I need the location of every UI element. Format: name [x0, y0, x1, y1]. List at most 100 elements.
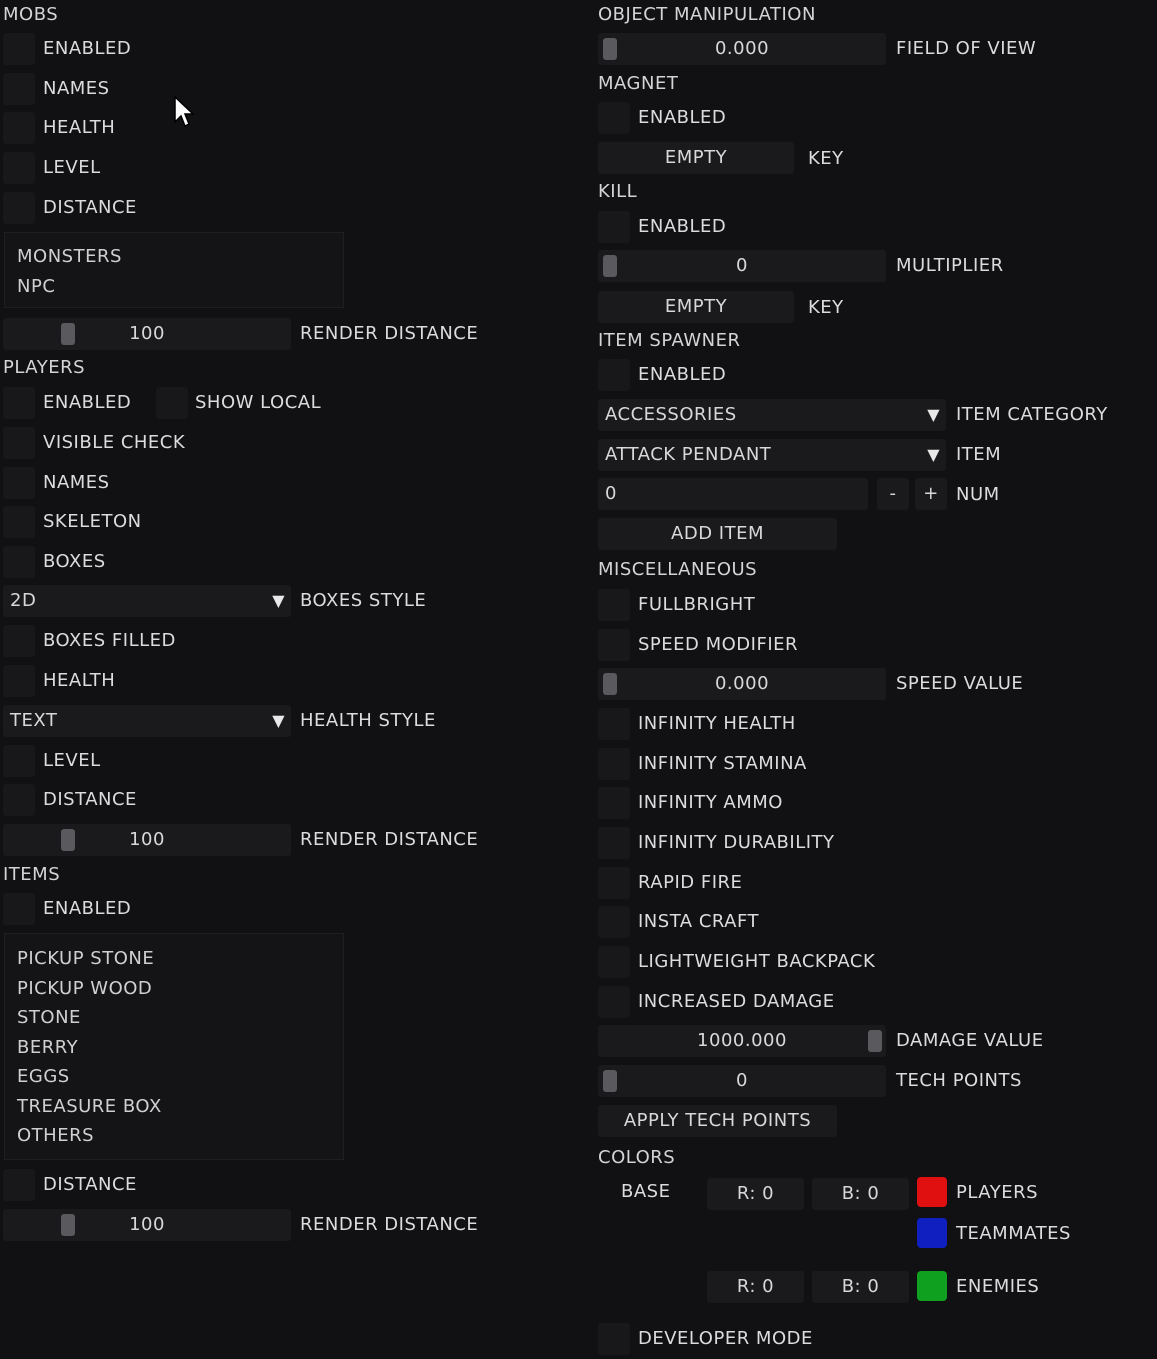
developer-mode-checkbox[interactable] — [598, 1323, 630, 1355]
list-item[interactable]: EGGS — [5, 1062, 343, 1092]
mobs-enabled-label: ENABLED — [43, 38, 132, 59]
color-b-input[interactable]: B: 0 — [812, 1271, 909, 1303]
damage-value-slider[interactable]: 1000.000 — [598, 1025, 886, 1057]
list-item[interactable]: MONSTERS — [5, 242, 343, 272]
num-minus-button[interactable]: - — [877, 478, 909, 510]
lightweight-backpack-checkbox[interactable] — [598, 946, 630, 978]
teammates-color-swatch[interactable] — [917, 1218, 947, 1248]
mobs-level-checkbox[interactable] — [3, 152, 35, 184]
tech-points-label: TECH POINTS — [896, 1070, 1022, 1091]
items-enabled-label: ENABLED — [43, 898, 132, 919]
kill-enabled-checkbox[interactable] — [598, 211, 630, 243]
magnet-enabled-label: ENABLED — [638, 107, 727, 128]
players-render-distance-slider[interactable]: 100 — [3, 824, 291, 856]
item-category-dropdown[interactable]: ACCESSORIES ▼ — [598, 399, 946, 431]
players-level-label: LEVEL — [43, 750, 101, 771]
teammates-color-label: TEAMMATES — [956, 1223, 1071, 1244]
item-spawner-enabled-label: ENABLED — [638, 364, 727, 385]
mobs-health-checkbox[interactable] — [3, 112, 35, 144]
items-distance-checkbox[interactable] — [3, 1169, 35, 1201]
field-of-view-slider[interactable]: 0.000 — [598, 33, 886, 65]
health-style-dropdown[interactable]: TEXT ▼ — [3, 705, 291, 737]
field-of-view-label: FIELD OF VIEW — [896, 38, 1037, 59]
boxes-style-dropdown[interactable]: 2D ▼ — [3, 585, 291, 617]
players-names-checkbox[interactable] — [3, 467, 35, 499]
players-boxes-filled-checkbox[interactable] — [3, 625, 35, 657]
players-boxes-filled-label: BOXES FILLED — [43, 630, 176, 651]
num-label: NUM — [956, 484, 1000, 505]
mobs-names-label: NAMES — [43, 78, 110, 99]
color-b-input[interactable]: B: 0 — [812, 1178, 909, 1210]
players-enabled-checkbox[interactable] — [3, 387, 35, 419]
color-r-input[interactable]: R: 0 — [707, 1178, 804, 1210]
item-dropdown[interactable]: ATTACK PENDANT ▼ — [598, 439, 946, 471]
mobs-distance-label: DISTANCE — [43, 197, 137, 218]
players-boxes-checkbox[interactable] — [3, 546, 35, 578]
health-style-label: HEALTH STYLE — [300, 710, 436, 731]
fullbright-label: FULLBRIGHT — [638, 594, 756, 615]
lightweight-backpack-label: LIGHTWEIGHT BACKPACK — [638, 951, 876, 972]
speed-modifier-checkbox[interactable] — [598, 629, 630, 661]
apply-tech-points-button[interactable]: APPLY TECH POINTS — [598, 1105, 837, 1137]
infinity-ammo-checkbox[interactable] — [598, 787, 630, 819]
list-item[interactable]: TREASURE BOX — [5, 1092, 343, 1122]
mobs-names-checkbox[interactable] — [3, 73, 35, 105]
magnet-key-label: KEY — [808, 148, 844, 169]
insta-craft-checkbox[interactable] — [598, 906, 630, 938]
color-r-input[interactable]: R: 0 — [707, 1271, 804, 1303]
items-enabled-checkbox[interactable] — [3, 893, 35, 925]
boxes-style-label: BOXES STYLE — [300, 590, 427, 611]
slider-value: 100 — [129, 1214, 165, 1235]
infinity-stamina-label: INFINITY STAMINA — [638, 753, 807, 774]
dropdown-arrow-icon: ▼ — [927, 405, 940, 424]
players-visible-check-checkbox[interactable] — [3, 427, 35, 459]
magnet-enabled-checkbox[interactable] — [598, 102, 630, 134]
mobs-render-distance-slider[interactable]: 100 — [3, 318, 291, 350]
speed-value-slider[interactable]: 0.000 — [598, 668, 886, 700]
players-health-checkbox[interactable] — [3, 665, 35, 697]
players-distance-checkbox[interactable] — [3, 784, 35, 816]
players-show-local-label: SHOW LOCAL — [195, 392, 322, 413]
mobs-filter-list[interactable]: MONSTERS NPC — [4, 232, 344, 308]
enemies-color-swatch[interactable] — [917, 1271, 947, 1301]
magnet-key-button[interactable]: EMPTY — [598, 142, 794, 174]
items-render-distance-slider[interactable]: 100 — [3, 1209, 291, 1241]
mouse-cursor-icon — [174, 96, 195, 128]
players-boxes-label: BOXES — [43, 551, 106, 572]
item-label: ITEM — [956, 444, 1002, 465]
increased-damage-checkbox[interactable] — [598, 986, 630, 1018]
speed-modifier-label: SPEED MODIFIER — [638, 634, 799, 655]
add-item-button[interactable]: ADD ITEM — [598, 518, 837, 550]
kill-key-button[interactable]: EMPTY — [598, 291, 794, 323]
items-filter-list[interactable]: PICKUP STONE PICKUP WOOD STONE BERRY EGG… — [4, 933, 344, 1160]
players-color-swatch[interactable] — [917, 1177, 947, 1207]
tech-points-slider[interactable]: 0 — [598, 1065, 886, 1097]
list-item[interactable]: PICKUP WOOD — [5, 974, 343, 1004]
kill-multiplier-slider[interactable]: 0 — [598, 250, 886, 282]
list-item[interactable]: OTHERS — [5, 1121, 343, 1151]
players-skeleton-checkbox[interactable] — [3, 506, 35, 538]
slider-value: 0.000 — [714, 38, 770, 59]
list-item[interactable]: BERRY — [5, 1033, 343, 1063]
players-health-label: HEALTH — [43, 670, 116, 691]
kill-key-label: KEY — [808, 297, 844, 318]
infinity-durability-checkbox[interactable] — [598, 827, 630, 859]
players-level-checkbox[interactable] — [3, 745, 35, 777]
item-spawner-enabled-checkbox[interactable] — [598, 359, 630, 391]
players-skeleton-label: SKELETON — [43, 511, 142, 532]
players-show-local-checkbox[interactable] — [156, 387, 188, 419]
developer-mode-label: DEVELOPER MODE — [638, 1328, 813, 1349]
list-item[interactable]: PICKUP STONE — [5, 944, 343, 974]
infinity-stamina-checkbox[interactable] — [598, 748, 630, 780]
mobs-enabled-checkbox[interactable] — [3, 33, 35, 65]
item-spawner-header: ITEM SPAWNER — [598, 330, 741, 351]
num-plus-button[interactable]: + — [915, 478, 947, 510]
fullbright-checkbox[interactable] — [598, 589, 630, 621]
list-item[interactable]: NPC — [5, 272, 343, 302]
num-input[interactable]: 0 — [598, 478, 868, 510]
list-item[interactable]: STONE — [5, 1003, 343, 1033]
rapid-fire-checkbox[interactable] — [598, 867, 630, 899]
mobs-distance-checkbox[interactable] — [3, 192, 35, 224]
infinity-health-checkbox[interactable] — [598, 708, 630, 740]
speed-value-label: SPEED VALUE — [896, 673, 1024, 694]
